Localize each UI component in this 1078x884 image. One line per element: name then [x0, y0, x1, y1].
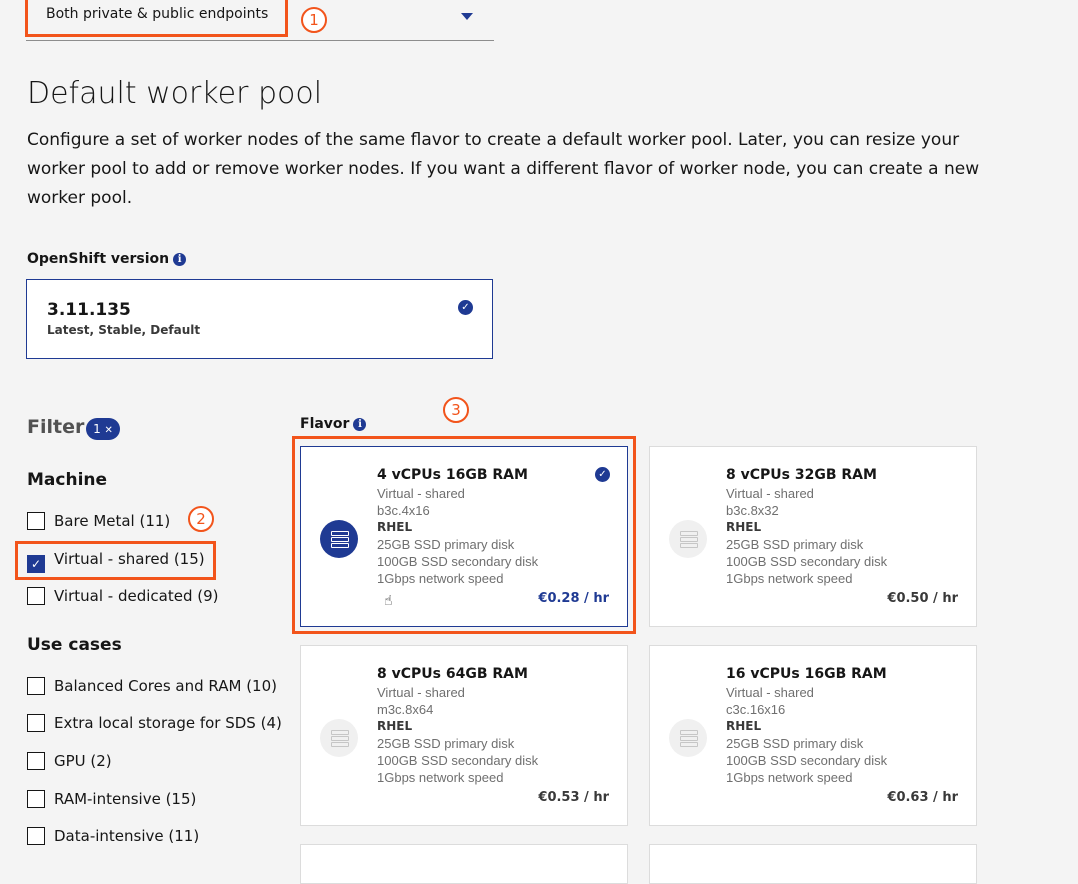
filter-count: 1: [93, 422, 101, 436]
openshift-version-tile[interactable]: 3.11.135 Latest, Stable, Default ✓: [26, 279, 493, 359]
flavor-os: RHEL: [726, 719, 762, 733]
checkbox[interactable]: [27, 677, 45, 695]
use-cases-group-title: Use cases: [27, 635, 122, 655]
flavor-price: €0.63 / hr: [887, 790, 958, 805]
flavor-type: Virtual - shared: [377, 685, 465, 700]
flavor-tile[interactable]: 8 vCPUs 64GB RAM Virtual - shared m3c.8x…: [300, 645, 628, 826]
flavor-network: 1Gbps network speed: [726, 770, 853, 785]
annotation-highlight-virtual-shared: [15, 541, 216, 580]
use-case-option-balanced[interactable]: Balanced Cores and RAM (10): [27, 675, 277, 697]
flavor-os: RHEL: [377, 520, 413, 534]
server-icon: [669, 719, 707, 757]
flavor-secondary-disk: 100GB SSD secondary disk: [726, 753, 888, 768]
use-case-option-extra-storage[interactable]: Extra local storage for SDS (4): [27, 712, 282, 734]
openshift-version-number: 3.11.135: [47, 300, 131, 320]
server-icon: [320, 719, 358, 757]
flavor-id: c3c.16x16: [726, 702, 786, 717]
machine-option-bare-metal[interactable]: Bare Metal (11): [27, 510, 170, 532]
checkbox-label: Bare Metal (11): [54, 512, 171, 530]
flavor-type: Virtual - shared: [726, 685, 814, 700]
flavor-tile[interactable]: 4 vCPUs 16GB RAM ✓ Virtual - shared b3c.…: [300, 446, 628, 627]
info-icon[interactable]: i: [353, 418, 367, 431]
flavor-label: Flavor i: [300, 416, 367, 432]
openshift-version-label-text: OpenShift version: [27, 251, 170, 267]
flavor-primary-disk: 25GB SSD primary disk: [377, 736, 515, 751]
chevron-down-icon[interactable]: [461, 13, 473, 20]
filter-count-badge[interactable]: 1 ✕: [86, 418, 120, 440]
machine-option-virtual-dedicated[interactable]: Virtual - dedicated (9): [27, 585, 219, 607]
flavor-network: 1Gbps network speed: [377, 571, 504, 586]
flavor-tile-partial[interactable]: [300, 844, 628, 884]
checkmark-icon: ✓: [595, 467, 610, 482]
flavor-network: 1Gbps network speed: [377, 770, 504, 785]
hand-cursor-icon: ☝: [384, 593, 393, 609]
flavor-name: 8 vCPUs 64GB RAM: [377, 666, 528, 682]
checkbox[interactable]: [27, 790, 45, 808]
use-case-option-ram-intensive[interactable]: RAM-intensive (15): [27, 788, 196, 810]
annotation-highlight-endpoint: [25, 0, 288, 37]
flavor-id: m3c.8x64: [377, 702, 434, 717]
flavor-primary-disk: 25GB SSD primary disk: [377, 537, 515, 552]
flavor-network: 1Gbps network speed: [726, 571, 853, 586]
checkmark-icon: ✓: [458, 300, 473, 315]
use-case-option-gpu[interactable]: GPU (2): [27, 750, 112, 772]
checkbox-label: Extra local storage for SDS (4): [54, 714, 282, 732]
flavor-tile[interactable]: 16 vCPUs 16GB RAM Virtual - shared c3c.1…: [649, 645, 977, 826]
checkbox-label: Virtual - dedicated (9): [54, 587, 219, 605]
flavor-os: RHEL: [726, 520, 762, 534]
flavor-os: RHEL: [377, 719, 413, 733]
checkbox[interactable]: [27, 714, 45, 732]
flavor-id: b3c.4x16: [377, 503, 430, 518]
annotation-callout-3: 3: [443, 397, 469, 423]
flavor-price: €0.53 / hr: [538, 790, 609, 805]
server-icon: [669, 520, 707, 558]
annotation-callout-1: 1: [301, 7, 327, 33]
checkbox[interactable]: [27, 512, 45, 530]
flavor-secondary-disk: 100GB SSD secondary disk: [377, 753, 539, 768]
clear-filter-icon[interactable]: ✕: [105, 425, 113, 436]
flavor-type: Virtual - shared: [726, 486, 814, 501]
checkbox-label: Balanced Cores and RAM (10): [54, 677, 277, 695]
checkbox[interactable]: [27, 827, 45, 845]
flavor-tile[interactable]: 8 vCPUs 32GB RAM Virtual - shared b3c.8x…: [649, 446, 977, 627]
flavor-name: 16 vCPUs 16GB RAM: [726, 666, 887, 682]
page-title: Default worker pool: [27, 76, 323, 111]
info-icon[interactable]: i: [173, 253, 187, 266]
filter-title: Filter: [27, 416, 85, 438]
flavor-primary-disk: 25GB SSD primary disk: [726, 537, 864, 552]
flavor-primary-disk: 25GB SSD primary disk: [726, 736, 864, 751]
flavor-price: €0.50 / hr: [887, 591, 958, 606]
use-case-option-data-intensive[interactable]: Data-intensive (11): [27, 825, 199, 847]
checkbox-label: RAM-intensive (15): [54, 790, 197, 808]
openshift-version-label: OpenShift version i: [27, 251, 187, 267]
machine-group-title: Machine: [27, 470, 108, 490]
flavor-tile-partial[interactable]: [649, 844, 977, 884]
flavor-type: Virtual - shared: [377, 486, 465, 501]
server-icon: [320, 520, 358, 558]
checkbox[interactable]: [27, 587, 45, 605]
checkbox-label: GPU (2): [54, 752, 112, 770]
flavor-price: €0.28 / hr: [538, 591, 609, 606]
flavor-name: 8 vCPUs 32GB RAM: [726, 467, 877, 483]
flavor-secondary-disk: 100GB SSD secondary disk: [726, 554, 888, 569]
flavor-name: 4 vCPUs 16GB RAM: [377, 467, 528, 483]
page-description: Configure a set of worker nodes of the s…: [27, 130, 980, 208]
annotation-callout-2: 2: [188, 506, 214, 532]
openshift-version-tags: Latest, Stable, Default: [47, 323, 201, 337]
flavor-secondary-disk: 100GB SSD secondary disk: [377, 554, 539, 569]
flavor-id: b3c.8x32: [726, 503, 779, 518]
flavor-label-text: Flavor: [300, 416, 350, 432]
checkbox[interactable]: [27, 752, 45, 770]
checkbox-label: Data-intensive (11): [54, 827, 200, 845]
